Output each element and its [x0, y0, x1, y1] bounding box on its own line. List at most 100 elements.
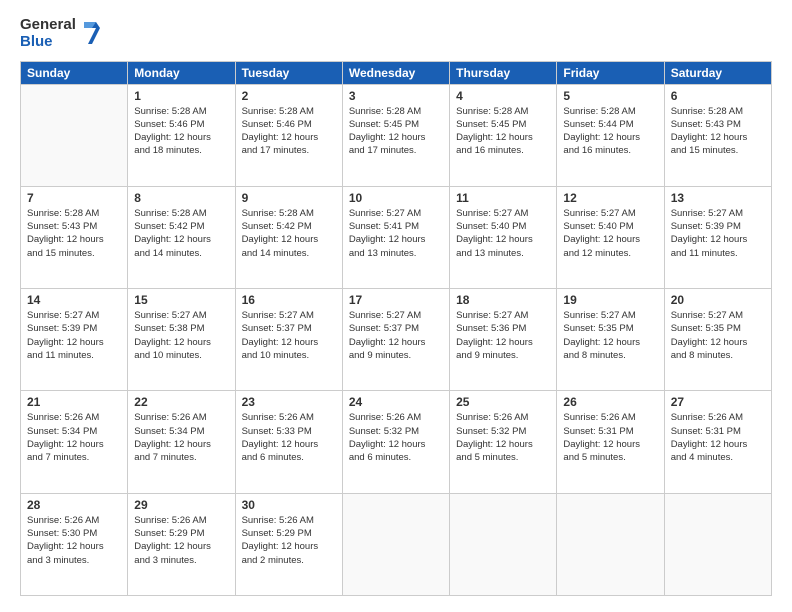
- day-number: 22: [134, 395, 228, 409]
- day-info: Sunrise: 5:27 AMSunset: 5:37 PMDaylight:…: [349, 309, 443, 362]
- calendar-cell: 13 Sunrise: 5:27 AMSunset: 5:39 PMDayligh…: [664, 186, 771, 288]
- calendar-cell: 1 Sunrise: 5:28 AMSunset: 5:46 PMDaylight…: [128, 84, 235, 186]
- day-info: Sunrise: 5:28 AMSunset: 5:45 PMDaylight:…: [349, 105, 443, 158]
- calendar-cell: 8Sunrise: 5:28 AMSunset: 5:42 PMDaylight…: [128, 186, 235, 288]
- calendar-cell: 11 Sunrise: 5:27 AMSunset: 5:40 PMDayligh…: [450, 186, 557, 288]
- calendar-cell: 3 Sunrise: 5:28 AMSunset: 5:45 PMDaylight…: [342, 84, 449, 186]
- calendar-cell: 19Sunrise: 5:27 AMSunset: 5:35 PMDayligh…: [557, 289, 664, 391]
- calendar-table: SundayMondayTuesdayWednesdayThursdayFrid…: [20, 61, 772, 597]
- day-info: Sunrise: 5:27 AMSunset: 5:37 PMDaylight:…: [242, 309, 336, 362]
- calendar-cell: [342, 493, 449, 595]
- calendar-day-header: Tuesday: [235, 61, 342, 84]
- page: General Blue SundayMondayTuesdayWednesda…: [0, 0, 792, 612]
- calendar-day-header: Monday: [128, 61, 235, 84]
- day-number: 12: [563, 191, 657, 205]
- day-info: Sunrise: 5:27 AMSunset: 5:39 PMDaylight:…: [27, 309, 121, 362]
- calendar-cell: 7 Sunrise: 5:28 AMSunset: 5:43 PMDaylight…: [21, 186, 128, 288]
- day-number: 5: [563, 89, 657, 103]
- day-info: Sunrise: 5:26 AMSunset: 5:32 PMDaylight:…: [349, 411, 443, 464]
- day-info: Sunrise: 5:28 AMSunset: 5:46 PMDaylight:…: [134, 105, 228, 158]
- day-number: 9: [242, 191, 336, 205]
- day-info: Sunrise: 5:28 AMSunset: 5:43 PMDaylight:…: [27, 207, 121, 260]
- logo-line1: General: [20, 16, 76, 33]
- calendar-week-row: 1 Sunrise: 5:28 AMSunset: 5:46 PMDaylight…: [21, 84, 772, 186]
- calendar-cell: [450, 493, 557, 595]
- calendar-cell: 9 Sunrise: 5:28 AMSunset: 5:42 PMDaylight…: [235, 186, 342, 288]
- day-info: Sunrise: 5:26 AMSunset: 5:29 PMDaylight:…: [242, 514, 336, 567]
- day-number: 18: [456, 293, 550, 307]
- calendar-week-row: 28Sunrise: 5:26 AMSunset: 5:30 PMDayligh…: [21, 493, 772, 595]
- calendar-cell: 29 Sunrise: 5:26 AMSunset: 5:29 PMDayligh…: [128, 493, 235, 595]
- day-number: 15: [134, 293, 228, 307]
- day-number: 17: [349, 293, 443, 307]
- day-number: 7: [27, 191, 121, 205]
- day-number: 13: [671, 191, 765, 205]
- logo-chevron-icon: [78, 18, 100, 48]
- calendar-week-row: 7 Sunrise: 5:28 AMSunset: 5:43 PMDaylight…: [21, 186, 772, 288]
- day-number: 19: [563, 293, 657, 307]
- day-number: 27: [671, 395, 765, 409]
- day-info: Sunrise: 5:28 AMSunset: 5:42 PMDaylight:…: [242, 207, 336, 260]
- calendar-cell: 28Sunrise: 5:26 AMSunset: 5:30 PMDayligh…: [21, 493, 128, 595]
- day-info: Sunrise: 5:27 AMSunset: 5:40 PMDaylight:…: [563, 207, 657, 260]
- day-info: Sunrise: 5:27 AMSunset: 5:41 PMDaylight:…: [349, 207, 443, 260]
- calendar-cell: 12 Sunrise: 5:27 AMSunset: 5:40 PMDayligh…: [557, 186, 664, 288]
- calendar-cell: 2 Sunrise: 5:28 AMSunset: 5:46 PMDaylight…: [235, 84, 342, 186]
- day-info: Sunrise: 5:26 AMSunset: 5:34 PMDaylight:…: [27, 411, 121, 464]
- calendar-day-header: Sunday: [21, 61, 128, 84]
- day-info: Sunrise: 5:27 AMSunset: 5:35 PMDaylight:…: [671, 309, 765, 362]
- calendar-cell: 10 Sunrise: 5:27 AMSunset: 5:41 PMDayligh…: [342, 186, 449, 288]
- day-info: Sunrise: 5:27 AMSunset: 5:40 PMDaylight:…: [456, 207, 550, 260]
- day-info: Sunrise: 5:26 AMSunset: 5:34 PMDaylight:…: [134, 411, 228, 464]
- day-number: 26: [563, 395, 657, 409]
- calendar-cell: 30 Sunrise: 5:26 AMSunset: 5:29 PMDayligh…: [235, 493, 342, 595]
- day-number: 11: [456, 191, 550, 205]
- calendar-cell: 27 Sunrise: 5:26 AMSunset: 5:31 PMDayligh…: [664, 391, 771, 493]
- calendar-cell: 16Sunrise: 5:27 AMSunset: 5:37 PMDayligh…: [235, 289, 342, 391]
- calendar-cell: 21 Sunrise: 5:26 AMSunset: 5:34 PMDayligh…: [21, 391, 128, 493]
- calendar-cell: [664, 493, 771, 595]
- day-info: Sunrise: 5:26 AMSunset: 5:30 PMDaylight:…: [27, 514, 121, 567]
- day-info: Sunrise: 5:28 AMSunset: 5:43 PMDaylight:…: [671, 105, 765, 158]
- calendar-day-header: Thursday: [450, 61, 557, 84]
- calendar-cell: 24 Sunrise: 5:26 AMSunset: 5:32 PMDayligh…: [342, 391, 449, 493]
- day-info: Sunrise: 5:26 AMSunset: 5:31 PMDaylight:…: [671, 411, 765, 464]
- calendar-cell: 18Sunrise: 5:27 AMSunset: 5:36 PMDayligh…: [450, 289, 557, 391]
- logo-line2: Blue: [20, 33, 76, 50]
- day-number: 30: [242, 498, 336, 512]
- day-number: 3: [349, 89, 443, 103]
- day-number: 21: [27, 395, 121, 409]
- calendar-cell: 4Sunrise: 5:28 AMSunset: 5:45 PMDaylight…: [450, 84, 557, 186]
- day-number: 20: [671, 293, 765, 307]
- day-info: Sunrise: 5:28 AMSunset: 5:44 PMDaylight:…: [563, 105, 657, 158]
- calendar-cell: 14 Sunrise: 5:27 AMSunset: 5:39 PMDayligh…: [21, 289, 128, 391]
- calendar-cell: 5 Sunrise: 5:28 AMSunset: 5:44 PMDaylight…: [557, 84, 664, 186]
- day-info: Sunrise: 5:27 AMSunset: 5:39 PMDaylight:…: [671, 207, 765, 260]
- day-number: 2: [242, 89, 336, 103]
- calendar-cell: 23Sunrise: 5:26 AMSunset: 5:33 PMDayligh…: [235, 391, 342, 493]
- calendar-week-row: 14 Sunrise: 5:27 AMSunset: 5:39 PMDayligh…: [21, 289, 772, 391]
- calendar-cell: [21, 84, 128, 186]
- logo: General Blue: [20, 16, 100, 51]
- calendar-cell: 20 Sunrise: 5:27 AMSunset: 5:35 PMDayligh…: [664, 289, 771, 391]
- day-number: 24: [349, 395, 443, 409]
- day-info: Sunrise: 5:28 AMSunset: 5:46 PMDaylight:…: [242, 105, 336, 158]
- day-number: 25: [456, 395, 550, 409]
- day-number: 1: [134, 89, 228, 103]
- header: General Blue: [20, 16, 772, 51]
- calendar-cell: 15Sunrise: 5:27 AMSunset: 5:38 PMDayligh…: [128, 289, 235, 391]
- day-number: 14: [27, 293, 121, 307]
- calendar-cell: 26 Sunrise: 5:26 AMSunset: 5:31 PMDayligh…: [557, 391, 664, 493]
- calendar-header-row: SundayMondayTuesdayWednesdayThursdayFrid…: [21, 61, 772, 84]
- logo-text: General Blue: [20, 16, 100, 51]
- day-number: 10: [349, 191, 443, 205]
- day-info: Sunrise: 5:26 AMSunset: 5:31 PMDaylight:…: [563, 411, 657, 464]
- calendar-day-header: Wednesday: [342, 61, 449, 84]
- day-info: Sunrise: 5:28 AMSunset: 5:45 PMDaylight:…: [456, 105, 550, 158]
- calendar-week-row: 21 Sunrise: 5:26 AMSunset: 5:34 PMDayligh…: [21, 391, 772, 493]
- day-info: Sunrise: 5:26 AMSunset: 5:33 PMDaylight:…: [242, 411, 336, 464]
- day-info: Sunrise: 5:26 AMSunset: 5:32 PMDaylight:…: [456, 411, 550, 464]
- calendar-day-header: Friday: [557, 61, 664, 84]
- day-info: Sunrise: 5:26 AMSunset: 5:29 PMDaylight:…: [134, 514, 228, 567]
- day-number: 29: [134, 498, 228, 512]
